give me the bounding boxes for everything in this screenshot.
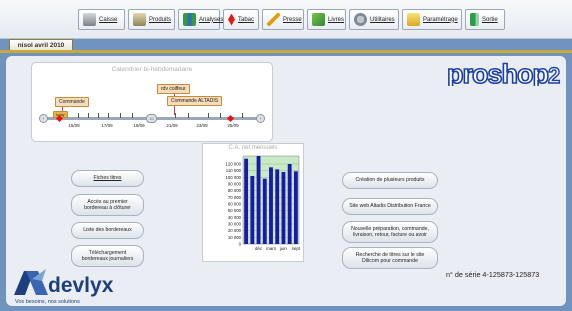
- sortie-button-label: Sortie: [482, 16, 498, 23]
- utilities-icon: [354, 13, 367, 26]
- nouvelle-preparation-button[interactable]: Nouvelle préparation, commande, livraiso…: [342, 221, 438, 243]
- chart-category-label: déc: [255, 246, 263, 251]
- chart-ytick-label: 20 000: [228, 228, 242, 233]
- livres-button[interactable]: Livres: [307, 9, 346, 30]
- devlyx-name: devlyx: [48, 274, 114, 297]
- timeline-tick: [78, 113, 79, 118]
- caisse-button[interactable]: Caisse: [78, 9, 125, 30]
- chart-ytick-label: 30 000: [228, 222, 242, 227]
- timeline-tick: [108, 113, 109, 118]
- premier-bordereau-button[interactable]: Accès au premier bordereau à clôturer: [71, 194, 144, 216]
- chart-title: C.A. net mensuels: [228, 145, 278, 151]
- exit-icon: [470, 13, 479, 26]
- main-toolbar: Caisse Produits Analyses Tabac Presse Li…: [0, 0, 572, 39]
- serial-number: n° de série 4-125873-125873: [446, 270, 540, 279]
- chart-ytick-label: 10 000: [228, 235, 242, 240]
- previous-icon[interactable]: ‹: [39, 114, 48, 123]
- sortie-button[interactable]: Sortie: [465, 9, 505, 30]
- chart-bar: [250, 176, 255, 244]
- proshop-logo-text: proshop: [447, 60, 548, 86]
- recherche-dilicom-button[interactable]: Recherche de titres sur le site Dilicom …: [342, 247, 438, 269]
- telechargement-bordereaux-button[interactable]: Téléchargement bordereaux journaliers: [71, 245, 144, 267]
- calendar-title: Calendrier bi-hebdomadaire: [111, 66, 193, 73]
- devlyx-logo: devlyx Vos besoins, nos solutions: [14, 269, 114, 305]
- caisse-button-label: Caisse: [99, 16, 118, 23]
- proshop-logo: proshop 2: [446, 60, 561, 86]
- calendar-date: 21/09: [166, 123, 178, 128]
- timeline-tick: [120, 113, 121, 118]
- tobacco-icon: [228, 13, 235, 26]
- produits-button[interactable]: Produits: [128, 9, 175, 30]
- cash-register-icon: [83, 13, 96, 26]
- settings-icon: [407, 13, 420, 26]
- timeline-tick: [208, 113, 209, 118]
- timeline-tick: [132, 113, 133, 118]
- timeline-tick: [220, 113, 221, 118]
- chart-ytick-label: 120 000: [225, 162, 241, 167]
- chart-bar: [269, 167, 273, 244]
- timeline-tick: [175, 113, 176, 118]
- chart-ytick-label: 70 000: [228, 195, 242, 200]
- chart-ytick-label: 40 000: [228, 215, 242, 220]
- chart-ytick-label: 110 000: [226, 168, 242, 173]
- chart-ytick-label: 100 000: [225, 175, 241, 180]
- products-icon: [133, 13, 146, 26]
- calendar-date: 19/09: [133, 123, 145, 128]
- parametrage-button-label: Paramétrage: [423, 16, 458, 23]
- chart-category-label: juin: [279, 246, 288, 251]
- chart-ytick-label: 0: [239, 242, 242, 247]
- chart-category-label: sept: [292, 246, 301, 251]
- utilitaires-button-label: Utilitaires: [370, 16, 395, 23]
- calendar-date: 25/09: [227, 123, 239, 128]
- revenue-chart-panel: C.A. net mensuels 120 000 110 000 100 000 9…: [202, 143, 304, 262]
- timeline-tick: [242, 113, 243, 118]
- chart-ytick-label: 60 000: [228, 202, 242, 207]
- chart-ytick-label: 80 000: [228, 188, 242, 193]
- analyses-button-label: Analyses: [199, 16, 224, 23]
- chart-bar: [275, 169, 280, 244]
- utilitaires-button[interactable]: Utilitaires: [349, 9, 399, 30]
- livres-button-label: Livres: [328, 16, 345, 23]
- center-marker[interactable]: 1/1: [146, 114, 157, 123]
- presse-button[interactable]: Presse: [262, 9, 304, 30]
- timeline-tick: [188, 113, 189, 118]
- press-icon: [267, 13, 280, 26]
- chart-bar: [244, 158, 249, 244]
- chart-category-label: mars: [266, 246, 277, 251]
- chart-ytick-label: 50 000: [228, 208, 242, 213]
- tab-accent-line: [0, 50, 572, 53]
- books-icon: [312, 13, 325, 26]
- calendar-date: 17/09: [101, 123, 113, 128]
- revenue-chart: 120 000110 000 100 000 90 00080 000 70 000 6…: [225, 155, 301, 251]
- fiches-titres-button[interactable]: Fiches titres: [71, 170, 144, 187]
- analyses-icon: [183, 13, 196, 26]
- presse-button-label: Presse: [283, 16, 302, 23]
- chart-bar: [281, 172, 286, 244]
- chart-bar: [287, 164, 292, 244]
- tabac-button-label: Tabac: [238, 16, 255, 23]
- next-icon[interactable]: ›: [256, 114, 265, 123]
- chart-bar: [256, 156, 261, 244]
- chart-ytick-label: 90 000: [228, 182, 242, 187]
- timeline-tick: [98, 113, 99, 118]
- site-altadis-button[interactable]: Site web Altadis Distribution France: [342, 198, 438, 215]
- timeline-tick: [88, 113, 89, 118]
- liste-bordereaux-button[interactable]: Liste des bordereaux: [71, 222, 144, 239]
- proshop-logo-suffix: 2: [548, 63, 560, 86]
- analyses-button[interactable]: Analyses: [178, 9, 224, 30]
- tabac-button[interactable]: Tabac: [223, 9, 259, 30]
- event-commande[interactable]: Commande: [55, 97, 89, 107]
- devlyx-tagline: Vos besoins, nos solutions: [15, 299, 80, 305]
- event-commande-altadis[interactable]: Commande ALTADIS: [167, 96, 223, 106]
- chart-bar: [262, 178, 267, 244]
- creation-produits-button[interactable]: Création de plusieurs produits: [342, 172, 438, 189]
- calendar-widget: Calendrier bi-hebdomadaire ‹ › 15/09 17/…: [31, 62, 273, 142]
- calendar-date: 15/09: [68, 123, 80, 128]
- produits-button-label: Produits: [149, 16, 172, 23]
- event-rdv-coiffeur[interactable]: rdv coiffeur: [157, 84, 190, 94]
- chart-bar: [293, 171, 298, 244]
- calendar-date: 23/09: [196, 123, 208, 128]
- session-tab-label: nisol avril 2010: [17, 42, 65, 49]
- parametrage-button[interactable]: Paramétrage: [402, 9, 462, 30]
